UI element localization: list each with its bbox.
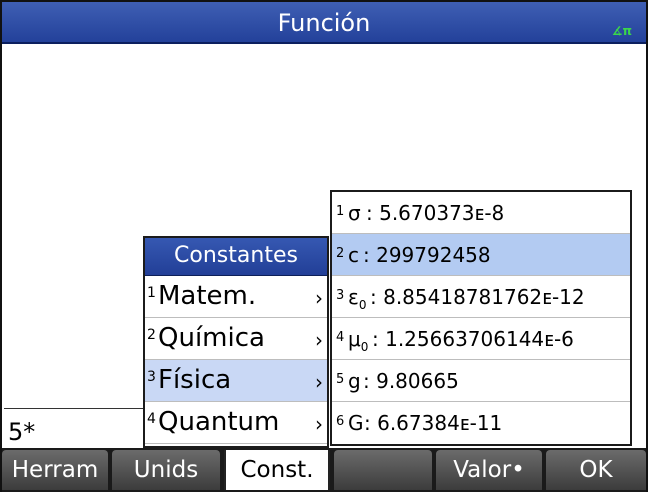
item-number: 1 [336, 204, 345, 219]
constant-speed-of-light[interactable]: 2 c : 299792458 [332, 234, 630, 276]
item-number: 2 [147, 327, 156, 343]
constant-symbol: c [348, 243, 359, 267]
constant-value: : 5.670373ᴇ-8 [366, 201, 505, 225]
chevron-right-icon: › [315, 286, 323, 310]
blank-key[interactable] [334, 450, 432, 490]
constant-gravitational[interactable]: 6 G : 6.67384ᴇ-11 [332, 402, 630, 444]
const-key[interactable]: Const. [224, 450, 330, 490]
item-number: 6 [336, 414, 345, 429]
constant-value: : 1.25663706144ᴇ-6 [372, 327, 574, 351]
chevron-right-icon: › [315, 328, 323, 352]
item-number: 3 [147, 369, 156, 385]
item-label: Física [158, 365, 232, 395]
constants-item-quantum[interactable]: 4 Quantum › [145, 402, 327, 444]
item-number: 4 [336, 330, 345, 345]
item-label: Quantum [158, 407, 280, 437]
herram-key[interactable]: Herram [2, 450, 108, 490]
constants-menu: Constantes 1 Matem. › 2 Química › 3 Físi… [143, 236, 329, 448]
chevron-right-icon: › [315, 412, 323, 436]
constants-item-math[interactable]: 1 Matem. › [145, 276, 327, 318]
constant-value: : 8.85418781762ᴇ-12 [370, 285, 585, 309]
constant-value: : 299792458 [363, 243, 491, 267]
calculator-screen: Función ∡π 5* Constantes 1 Matem. › 2 Qu… [0, 0, 648, 492]
item-number: 1 [147, 285, 156, 301]
entry-text: 5* [8, 418, 36, 446]
title-bar: Función ∡π [2, 2, 646, 44]
constants-menu-header: Constantes [145, 238, 327, 276]
softkey-menu-bar: Herram Unids Const. Valor• OK [2, 448, 646, 492]
item-label: Matem. [158, 281, 257, 311]
item-number: 4 [147, 411, 156, 427]
constant-gravity-acceleration[interactable]: 5 g : 9.80665 [332, 360, 630, 402]
unids-key[interactable]: Unids [112, 450, 220, 490]
entry-line[interactable]: 5* [4, 408, 144, 448]
item-label: Química [158, 323, 265, 353]
item-number: 2 [336, 246, 345, 261]
item-number: 5 [336, 372, 345, 387]
constant-vacuum-permittivity[interactable]: 3 ε0 : 8.85418781762ᴇ-12 [332, 276, 630, 318]
constant-stefan-boltzmann[interactable]: 1 σ : 5.670373ᴇ-8 [332, 192, 630, 234]
constant-symbol: σ [348, 201, 361, 225]
constant-symbol: μ0 [348, 327, 369, 354]
valor-key[interactable]: Valor• [436, 450, 542, 490]
physics-constants-menu: 1 σ : 5.670373ᴇ-8 2 c : 299792458 3 ε0 :… [330, 190, 632, 446]
constants-item-chemistry[interactable]: 2 Química › [145, 318, 327, 360]
constant-value: : 9.80665 [363, 369, 459, 393]
constant-symbol: G [348, 411, 364, 435]
ok-key[interactable]: OK [546, 450, 646, 490]
app-title: Función [277, 9, 371, 37]
constants-item-physics[interactable]: 3 Física › [145, 360, 327, 402]
item-number: 3 [336, 288, 345, 303]
constant-symbol: g [348, 369, 361, 393]
chevron-right-icon: › [315, 370, 323, 394]
constant-vacuum-permeability[interactable]: 4 μ0 : 1.25663706144ᴇ-6 [332, 318, 630, 360]
constant-symbol: ε0 [348, 285, 367, 312]
constant-value: : 6.67384ᴇ-11 [364, 411, 503, 435]
angle-mode-indicator: ∡π [611, 24, 632, 38]
